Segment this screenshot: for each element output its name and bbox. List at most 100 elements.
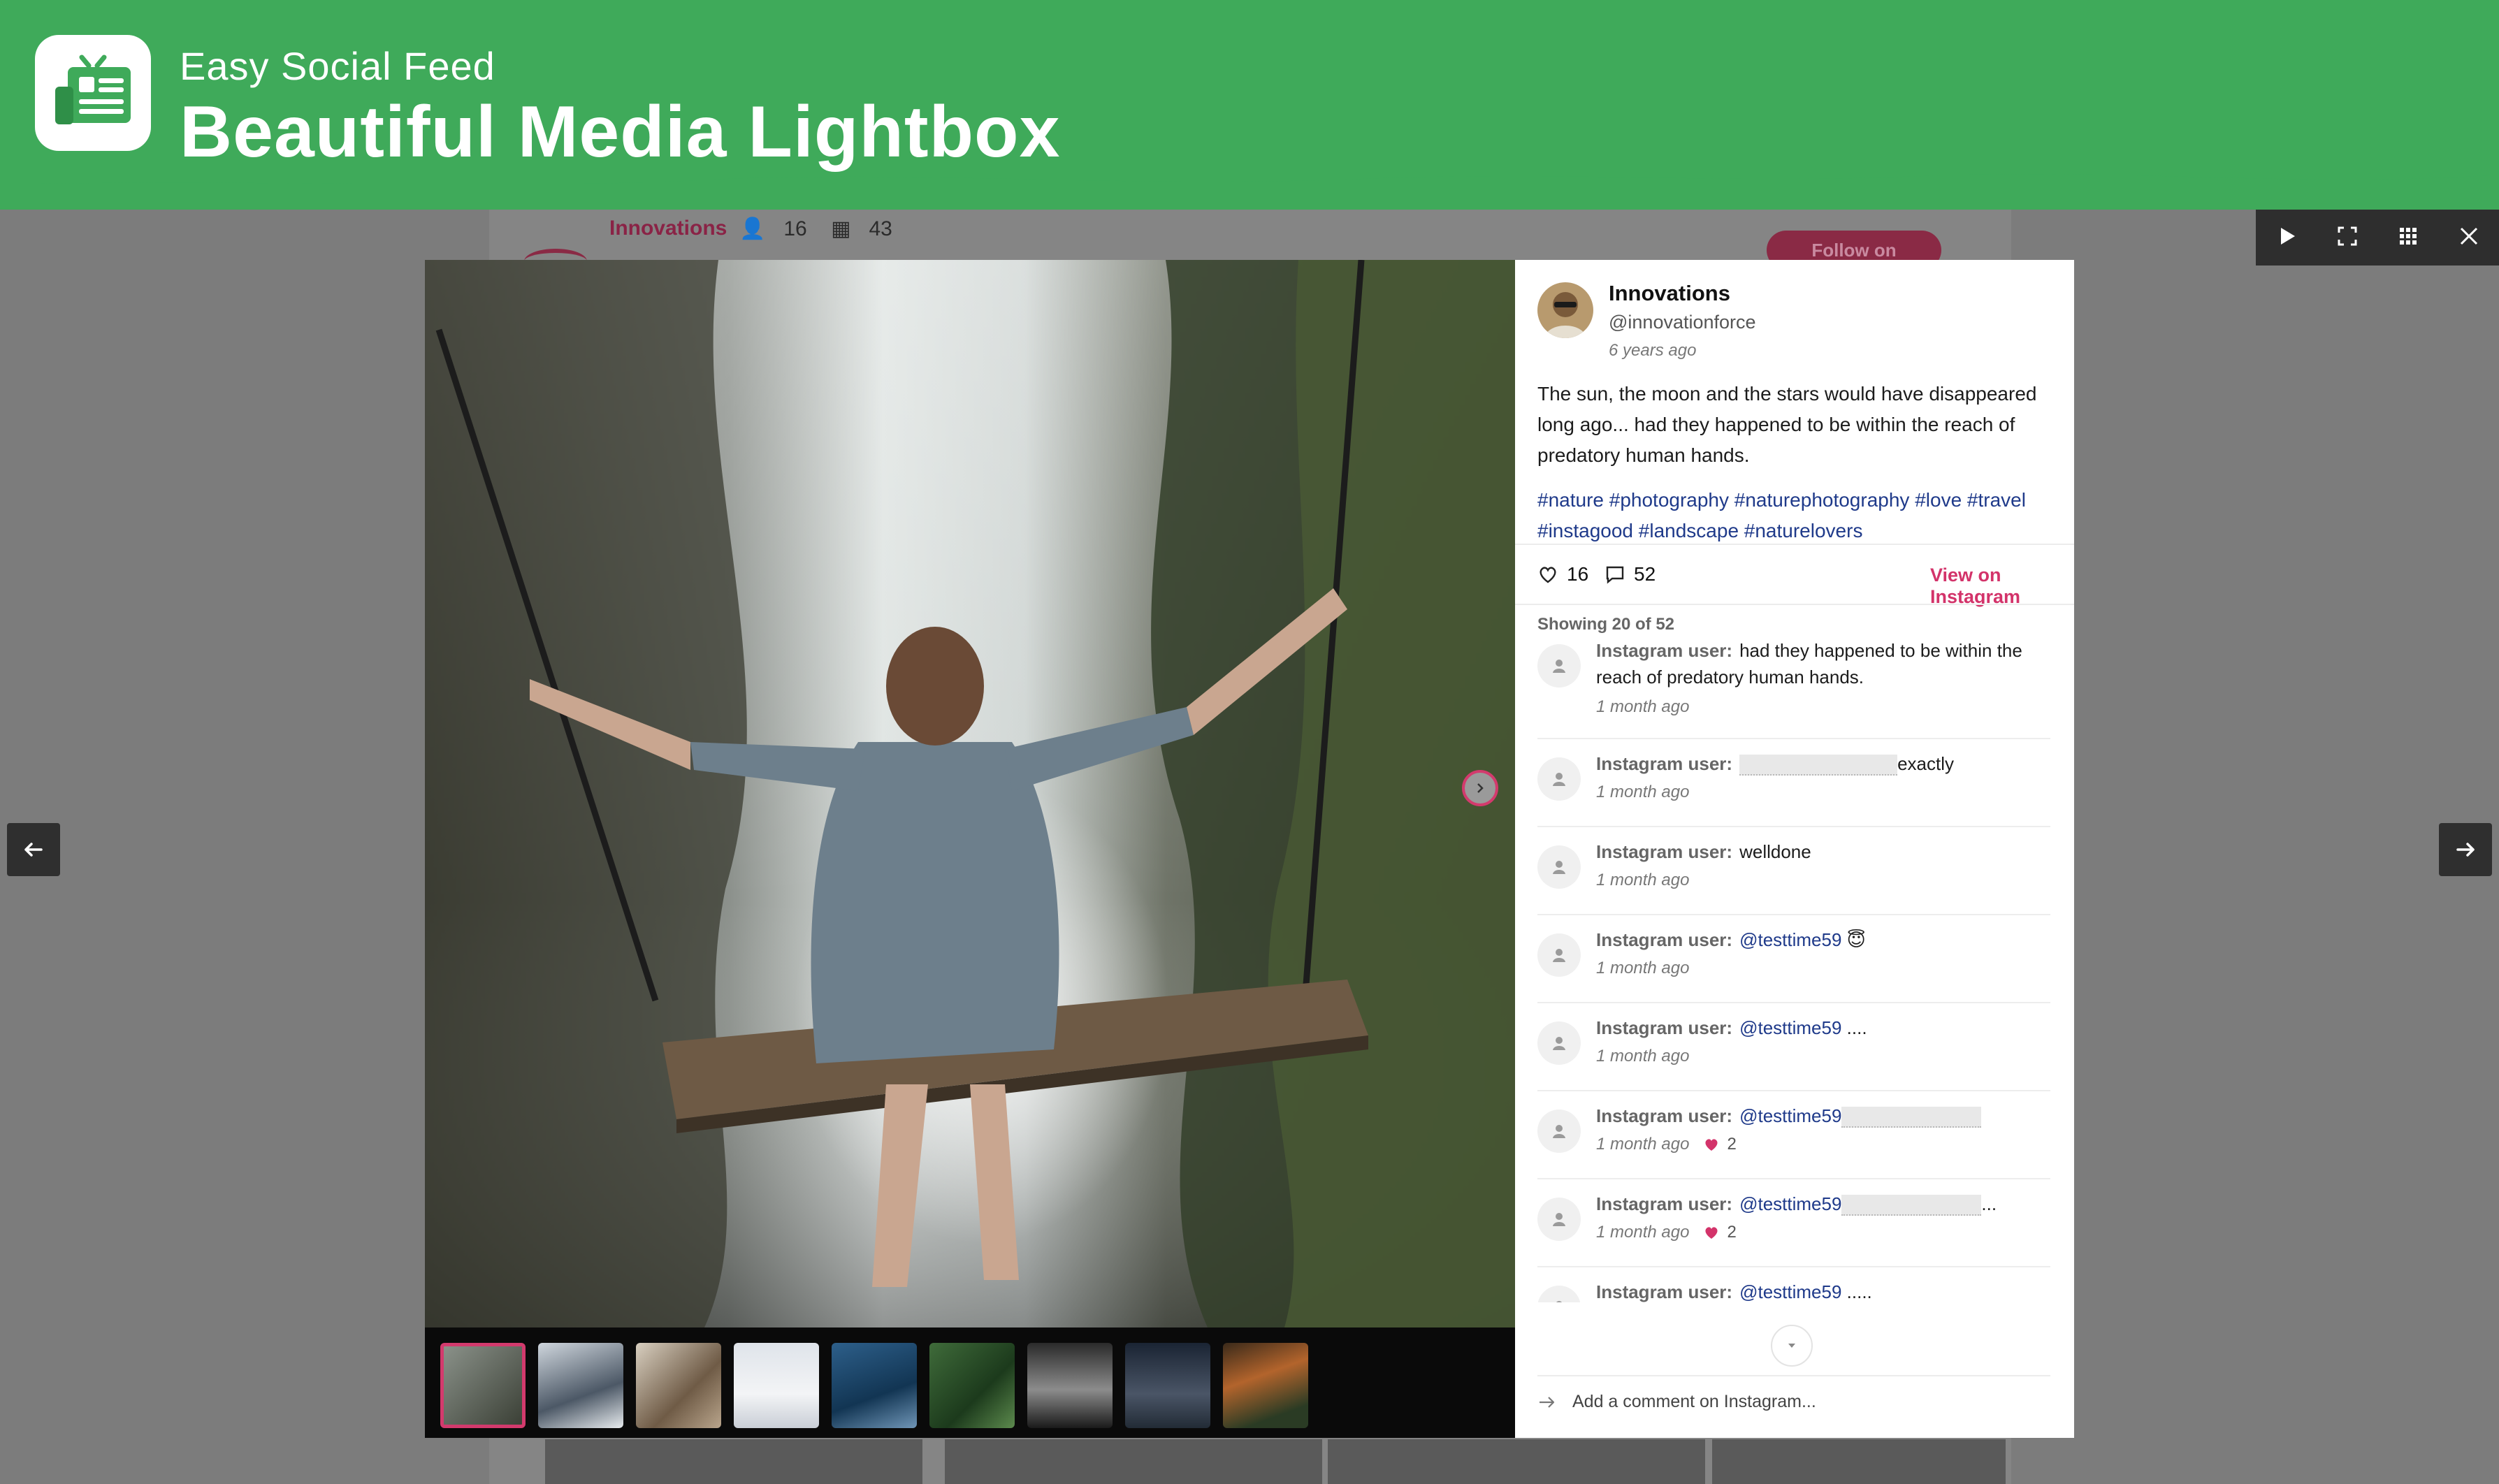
comment-divider (1537, 1178, 2050, 1179)
author-handle[interactable]: @innovationforce (1609, 312, 1756, 333)
author-name[interactable]: Innovations (1609, 281, 1730, 306)
thumbnail[interactable] (1027, 1343, 1113, 1428)
comment-user: Instagram user: (1596, 1281, 1733, 1302)
comment-mention[interactable]: @testtime59 (1739, 1193, 1841, 1214)
thumbnail[interactable] (929, 1343, 1015, 1428)
thumbnail[interactable] (734, 1343, 819, 1428)
next-media-button[interactable] (1462, 770, 1498, 806)
user-icon (1553, 861, 1565, 874)
post-time: 6 years ago (1609, 341, 1697, 360)
comment-divider (1537, 1266, 2050, 1267)
comment-time: 1 month ago (1596, 871, 1690, 889)
comment-mention[interactable]: @testtime59 (1739, 1105, 1841, 1126)
comment-meta: 1 month ago 2 (1596, 1135, 1737, 1154)
post-caption: The sun, the moon and the stars would ha… (1537, 383, 2037, 466)
redacted-text (1739, 755, 1898, 776)
background-feed-name: Innovations (609, 217, 727, 240)
comments-showing-count: Showing 20 of 52 (1537, 615, 1675, 634)
user-icon (1553, 773, 1565, 786)
redacted-text (1841, 1107, 1982, 1128)
thumbnail[interactable] (538, 1343, 623, 1428)
redacted-text (1841, 1195, 1982, 1216)
arrow-right-icon (2456, 843, 2475, 857)
comments-count: 52 (1634, 563, 1656, 585)
comment-like-count: 2 (1727, 1223, 1737, 1242)
comment-user: Instagram user: (1596, 1105, 1733, 1126)
user-icon (1553, 660, 1565, 673)
followers-icon: 👤 (739, 217, 766, 240)
comment-time: 1 month ago (1596, 697, 1690, 716)
comment-meta: 1 month ago (1596, 783, 1689, 802)
comment-avatar (1537, 1286, 1581, 1302)
background-feed-stats: 👤 16 ▦ 43 (739, 217, 911, 241)
media-lightbox: Innovations @innovationforce 6 years ago… (425, 260, 2074, 1438)
comment-divider (1537, 826, 2050, 827)
load-more-comments-button[interactable] (1771, 1325, 1813, 1367)
thumbnail[interactable] (1125, 1343, 1210, 1428)
thumbnail[interactable] (832, 1343, 917, 1428)
divider (1515, 604, 2074, 605)
comment-user: Instagram user: (1596, 929, 1733, 950)
comment-avatar (1537, 1110, 1581, 1153)
view-on-instagram-link[interactable]: View on Instagram (1930, 565, 2074, 608)
header-title: Beautiful Media Lightbox (180, 92, 1061, 173)
thumbnail-strip (425, 1327, 1515, 1438)
comment-text: Instagram user: @testtime59 (1596, 1103, 2050, 1129)
add-comment-link[interactable]: Add a comment on Instagram... (1537, 1392, 1816, 1412)
fullscreen-icon (2338, 226, 2356, 246)
comment-meta: 1 month ago (1596, 959, 1689, 978)
followers-count: 16 (783, 217, 807, 240)
thumbnail[interactable] (1223, 1343, 1308, 1428)
add-comment-placeholder: Add a comment on Instagram... (1572, 1392, 1816, 1411)
heart-filled-icon (1705, 1139, 1718, 1151)
comment-time: 1 month ago (1596, 1047, 1690, 1065)
next-post-button[interactable] (2439, 823, 2492, 876)
comment-avatar (1537, 1021, 1581, 1065)
comment-text: Instagram user: @testtime59 ..... (1596, 1281, 1872, 1302)
comment-mention[interactable]: @testtime59 (1739, 1281, 1841, 1302)
grid-icon (2399, 228, 2417, 245)
comments-list[interactable]: Instagram user: had they happened to be w… (1537, 637, 2050, 1302)
comment-icon (1606, 566, 1624, 584)
comment-user: Instagram user: (1596, 640, 1733, 661)
send-icon (1540, 1396, 1555, 1408)
heart-icon (1540, 567, 1556, 583)
comment-time: 1 month ago (1596, 959, 1690, 977)
background-tile (1328, 1439, 1705, 1484)
user-icon (1553, 949, 1565, 962)
comment-text: Instagram user: @testtime59... (1596, 1191, 2050, 1217)
comment-mention[interactable]: @testtime59 (1739, 929, 1841, 950)
comment-avatar (1537, 757, 1581, 801)
divider (1537, 1375, 2050, 1376)
comment-like-count: 2 (1727, 1135, 1737, 1154)
author-avatar[interactable] (1537, 282, 1593, 338)
comment-meta: 1 month ago (1596, 871, 1689, 890)
comment-divider (1537, 1090, 2050, 1091)
comment-text: Instagram user: @testtime59 😇 (1596, 929, 1866, 950)
comment-time: 1 month ago (1596, 1135, 1690, 1154)
user-icon (1556, 1301, 1562, 1302)
thumbnail[interactable] (636, 1343, 721, 1428)
newsfeed-icon (55, 54, 131, 124)
play-icon (2280, 228, 2295, 245)
comment-avatar (1537, 1198, 1581, 1241)
comment-mention[interactable]: @testtime59 (1739, 1017, 1841, 1038)
background-tile (945, 1439, 1322, 1484)
comment-time: 1 month ago (1596, 783, 1690, 801)
heart-filled-icon (1705, 1227, 1718, 1239)
comment-meta: 1 month ago 2 (1596, 1223, 1737, 1242)
chevron-right-icon (1477, 783, 1484, 793)
comment-meta: 1 month ago (1596, 697, 1689, 717)
comment-text: Instagram user: @testtime59 .... (1596, 1017, 1867, 1038)
thumbnail[interactable] (440, 1343, 526, 1428)
likes-count: 16 (1567, 563, 1589, 585)
comment-likes: 2 (1703, 1223, 1737, 1242)
user-icon (1553, 1125, 1565, 1138)
post-hashtags[interactable]: #nature #photography #naturephotography … (1537, 485, 2055, 546)
comment-user: Instagram user: (1596, 1193, 1733, 1214)
comment-user: Instagram user: (1596, 841, 1733, 862)
previous-post-button[interactable] (7, 823, 60, 876)
chevron-down-icon (1788, 1344, 1795, 1348)
posts-count: 43 (869, 217, 892, 240)
comment-divider (1537, 914, 2050, 915)
